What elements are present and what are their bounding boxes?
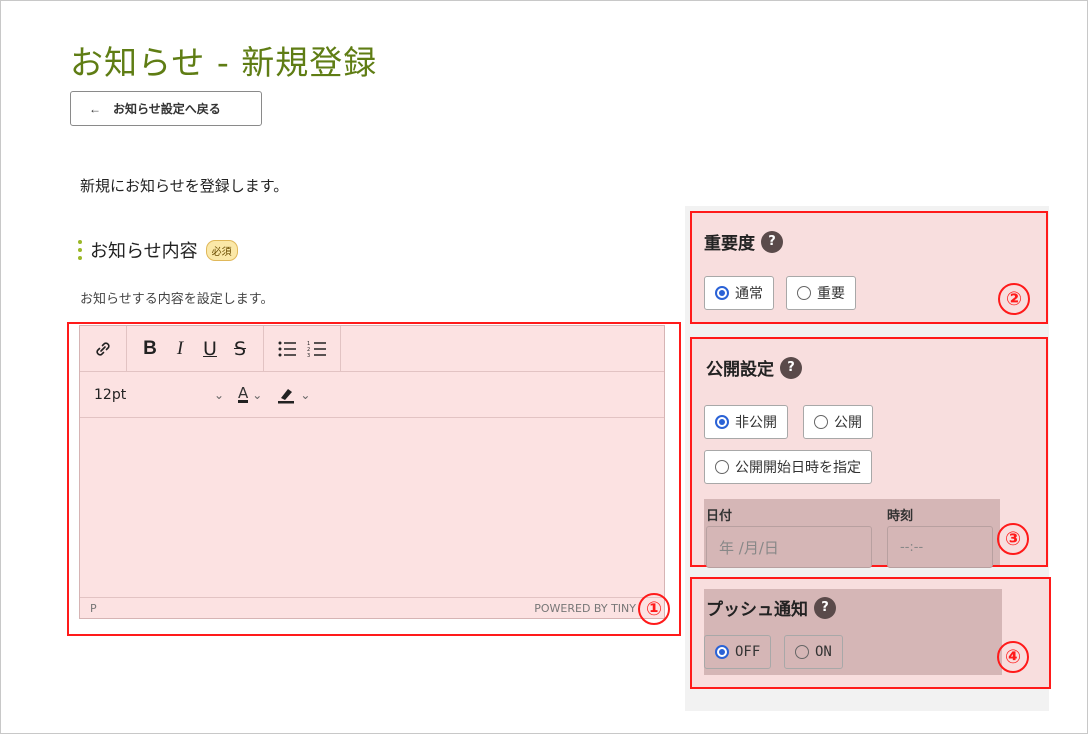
radio-selected-icon <box>715 286 729 300</box>
radio-label: 重要 <box>817 286 845 302</box>
editor-status-bar: P POWERED BY TINY <box>80 597 664 618</box>
callout-number-2: ② <box>998 283 1030 315</box>
toolbar-group-lists: 123 <box>264 326 341 371</box>
push-panel: プッシュ通知 ? OFF ON ④ <box>690 577 1051 689</box>
content-section-subtitle: お知らせする内容を設定します。 <box>80 292 274 307</box>
radio-selected-icon <box>715 645 729 659</box>
content-section-heading: お知らせ内容 必須 <box>78 237 238 263</box>
editor-element-path: P <box>90 601 97 615</box>
radio-unselected-icon <box>797 286 811 300</box>
push-option-on[interactable]: ON <box>784 635 843 669</box>
powered-by-label[interactable]: POWERED BY TINY <box>534 602 636 615</box>
radio-label: OFF <box>735 644 761 660</box>
callout-number-1: ① <box>638 593 670 625</box>
highlighter-icon <box>278 388 295 403</box>
italic-button[interactable]: I <box>165 334 195 364</box>
editor-content-area[interactable] <box>80 418 664 598</box>
highlight-color-button[interactable]: ⌄ <box>276 386 310 404</box>
radio-label: 非公開 <box>735 415 777 431</box>
publish-option-private[interactable]: 非公開 <box>704 405 788 439</box>
font-color-button[interactable]: A ⌄ <box>238 386 262 403</box>
radio-unselected-icon <box>814 415 828 429</box>
chevron-down-icon: ⌄ <box>213 387 224 402</box>
link-icon[interactable] <box>88 334 118 364</box>
radio-label: 通常 <box>735 286 763 302</box>
back-button-label: お知らせ設定へ戻る <box>113 102 221 116</box>
callout-number-4: ④ <box>997 641 1029 673</box>
publish-title: 公開設定 <box>706 360 774 380</box>
radio-unselected-icon <box>795 645 809 659</box>
underline-button[interactable]: U <box>195 334 225 364</box>
callout-number-3: ③ <box>997 523 1029 555</box>
push-title-row: プッシュ通知 ? <box>706 595 836 620</box>
required-badge: 必須 <box>205 239 238 261</box>
help-icon[interactable]: ? <box>780 356 802 379</box>
radio-label: 公開開始日時を指定 <box>735 460 861 476</box>
content-section-title: お知らせ内容 <box>90 241 198 262</box>
section-marker-icon <box>78 240 82 260</box>
radio-selected-icon <box>715 415 729 429</box>
rich-text-editor: B I U S 123 12pt ⌄ A ⌄ ⌄ P POWERED BY TI… <box>79 325 665 619</box>
chevron-down-icon: ⌄ <box>252 387 263 402</box>
arrow-left-icon: ← <box>89 101 101 116</box>
importance-title-row: 重要度 ? <box>704 229 783 254</box>
time-label: 時刻 <box>887 509 914 524</box>
editor-toolbar-font: 12pt ⌄ A ⌄ ⌄ <box>80 372 664 418</box>
editor-toolbar-formatting: B I U S 123 <box>80 326 664 372</box>
numbered-list-icon[interactable]: 123 <box>302 334 332 364</box>
push-option-off[interactable]: OFF <box>704 635 772 669</box>
time-input[interactable]: --:-- <box>887 526 993 568</box>
page-title: お知らせ - 新規登録 <box>70 43 378 82</box>
bullet-list-icon[interactable] <box>272 334 302 364</box>
bold-button[interactable]: B <box>135 334 165 364</box>
radio-label: 公開 <box>834 415 862 431</box>
help-icon[interactable]: ? <box>814 596 836 619</box>
date-input[interactable]: 年 /月/日 <box>706 526 872 568</box>
push-title: プッシュ通知 <box>706 600 808 620</box>
importance-title: 重要度 <box>704 234 755 254</box>
radio-unselected-icon <box>715 460 729 474</box>
publish-option-public[interactable]: 公開 <box>803 405 873 439</box>
publish-title-row: 公開設定 ? <box>706 355 802 380</box>
page-description: 新規にお知らせを登録します。 <box>80 177 289 195</box>
back-to-settings-button[interactable]: ← お知らせ設定へ戻る <box>70 91 262 126</box>
toolbar-group-text-style: B I U S <box>127 326 264 371</box>
importance-panel: 重要度 ? 通常 重要 ② <box>690 211 1048 324</box>
date-label: 日付 <box>706 509 733 524</box>
strikethrough-button[interactable]: S <box>225 334 255 364</box>
importance-option-normal[interactable]: 通常 <box>704 276 774 310</box>
font-color-icon: A <box>238 384 249 403</box>
font-size-select[interactable]: 12pt ⌄ <box>94 387 224 403</box>
toolbar-group-link <box>80 326 127 371</box>
publish-option-scheduled[interactable]: 公開開始日時を指定 <box>704 450 872 484</box>
publish-panel: 公開設定 ? 非公開 公開 公開開始日時を指定 日付 時刻 年 /月/日 --:… <box>690 337 1048 568</box>
help-icon[interactable]: ? <box>761 230 783 253</box>
radio-label: ON <box>815 644 832 660</box>
chevron-down-icon: ⌄ <box>300 387 311 402</box>
svg-text:3: 3 <box>307 353 310 358</box>
font-size-value: 12pt <box>94 386 127 403</box>
importance-option-important[interactable]: 重要 <box>786 276 856 310</box>
